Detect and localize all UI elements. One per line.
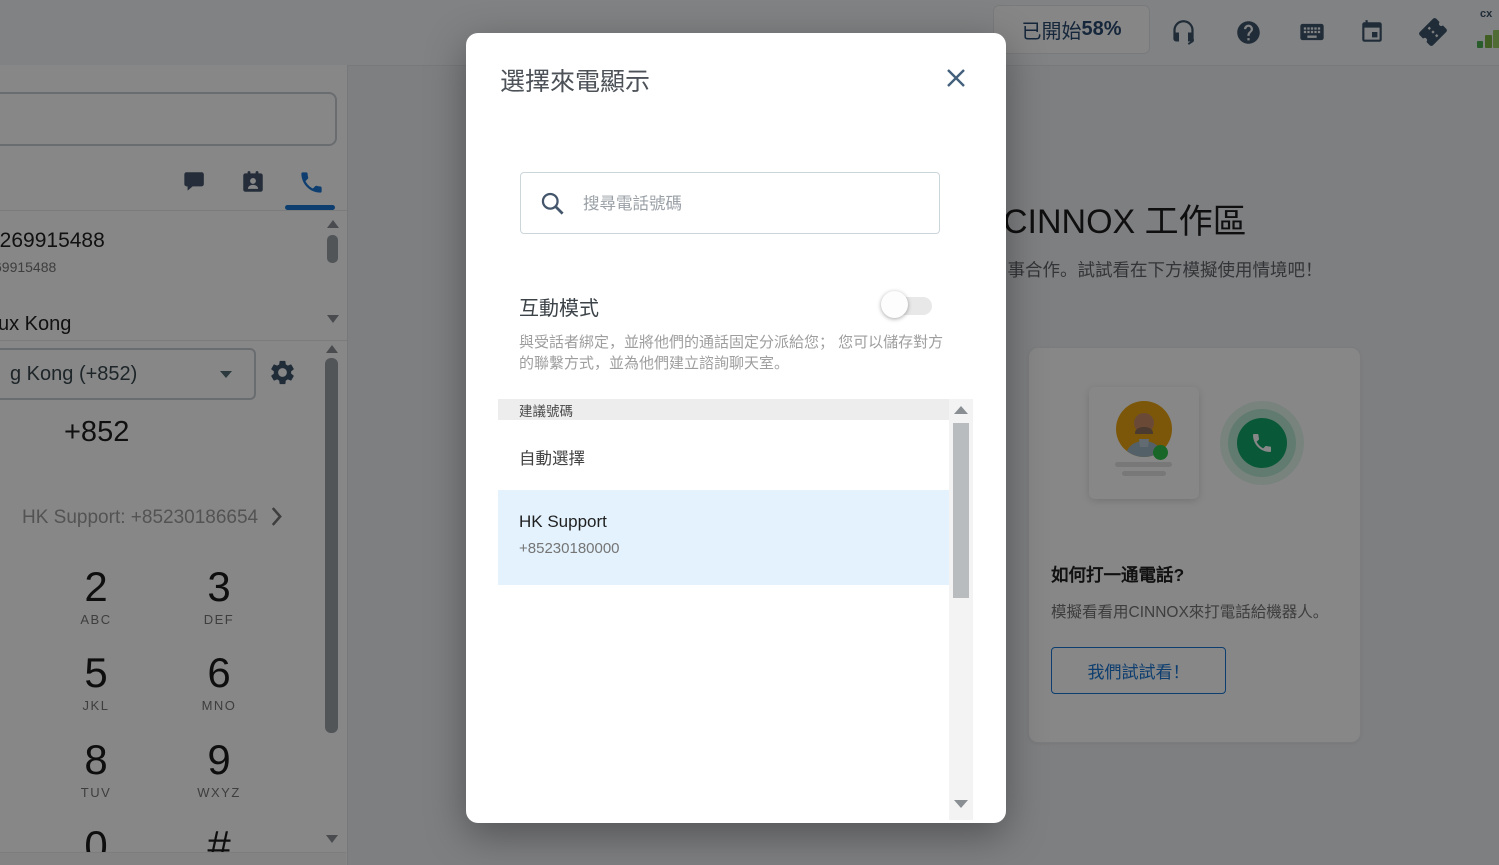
- caller-id-option-selected[interactable]: HK Support +85230180000: [498, 490, 950, 585]
- option-number: +85230180000: [519, 540, 620, 557]
- app-window: 已開始 58% cx 269915488 69915488 ux Kong g …: [0, 0, 1499, 865]
- scroll-up-arrow[interactable]: [954, 406, 968, 414]
- interactive-mode-description: 與受話者綁定，並將他們的通話固定分派給您； 您可以儲存對方的聯繫方式，並為他們建…: [519, 334, 944, 372]
- list-section-header: 建議號碼: [498, 399, 950, 420]
- toggle-knob[interactable]: [881, 291, 908, 318]
- search-icon: [541, 192, 564, 215]
- interactive-mode-label: 互動模式: [519, 298, 599, 320]
- close-icon: [947, 69, 965, 87]
- phone-search-input[interactable]: [581, 174, 925, 234]
- option-title: 自動選擇: [519, 450, 585, 468]
- scroll-thumb[interactable]: [953, 423, 969, 598]
- option-title: HK Support: [519, 512, 607, 531]
- dialog-scrollbar[interactable]: [949, 399, 973, 820]
- dialog-title: 選擇來電顯示: [500, 68, 651, 96]
- caller-id-option-auto[interactable]: 自動選擇: [498, 420, 950, 490]
- close-button[interactable]: [941, 63, 971, 93]
- scroll-down-arrow[interactable]: [954, 800, 968, 808]
- phone-search-box: [520, 172, 940, 234]
- caller-id-dialog: 選擇來電顯示 互動模式 與受話者綁定，並將他們的通話固定分派給您； 您可以儲存對…: [466, 33, 1006, 823]
